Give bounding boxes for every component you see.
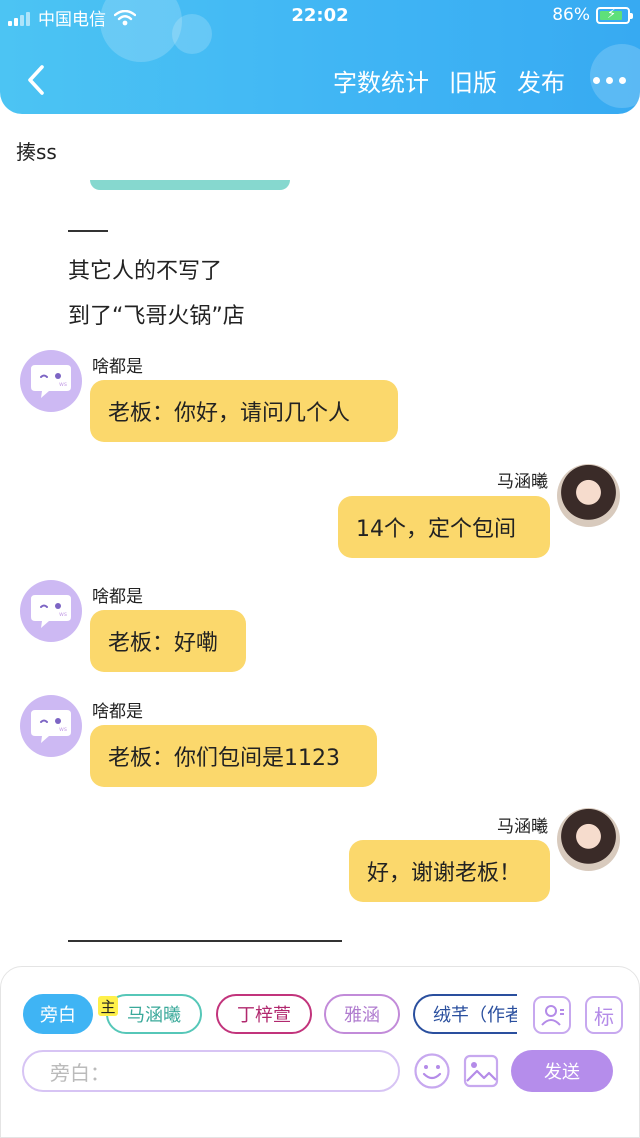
publish-button[interactable]: 发布 [517,63,565,98]
more-icon-dot [619,76,626,84]
word-count-button[interactable]: 字数统计 [333,63,429,98]
image-icon[interactable] [462,1052,500,1090]
main-role-badge: 主 [98,996,118,1016]
narration-line[interactable]: 其它人的不写了 [68,253,222,285]
status-time: 22:02 [291,5,349,26]
role-chip-yahan[interactable]: 雅涵 [324,994,400,1034]
sender-name: 马涵曦 [497,472,548,492]
sender-name: 啥都是 [92,587,143,607]
chat-bot-avatar[interactable]: ws [20,350,82,412]
emoji-icon[interactable] [413,1052,451,1090]
chat-bot-avatar[interactable]: ws [20,695,82,757]
sender-name: 啥都是 [92,357,143,377]
message-bubble[interactable]: 好，谢谢老板！ [349,840,550,902]
more-button[interactable] [593,62,626,98]
message-bubble[interactable]: 老板：你们包间是1123 [90,725,377,787]
svg-text:ws: ws [59,726,67,733]
chevron-left-icon [28,65,44,95]
role-chip-narrator[interactable]: 旁白 [23,994,93,1034]
chat-bot-avatar[interactable]: ws [20,580,82,642]
user-avatar[interactable] [557,808,620,871]
narration-line[interactable]: 到了“飞哥火锅”店 [68,298,245,330]
character-card-button[interactable] [533,996,571,1034]
more-icon-dot [606,76,613,84]
narration-input[interactable]: 旁白： [22,1050,400,1092]
chat-bubble-icon: ws [31,710,71,743]
mark-button[interactable]: 标 [585,996,623,1034]
person-card-icon [541,1005,564,1026]
dash-divider [68,230,108,232]
message-bubble[interactable]: 老板：好嘞 [90,610,246,672]
more-icon-dot [593,76,600,84]
svg-text:ws: ws [59,611,67,618]
nav-bar: 字数统计 旧版 发布 [0,52,640,110]
message-bubble[interactable]: 14个，定个包间 [338,496,550,558]
nav-actions: 字数统计 旧版 发布 [313,62,626,98]
battery-percent: 86% [552,5,590,25]
send-button[interactable]: 发送 [511,1050,613,1092]
role-chip-ma-hanxi[interactable]: 马涵曦 [106,994,202,1034]
status-right: 86% ⚡ [552,5,633,25]
sender-name: 马涵曦 [497,817,548,837]
sender-name: 啥都是 [92,702,143,722]
divider-bar [90,180,290,190]
svg-text:ws: ws [59,381,67,388]
top-header: 中国电信 22:02 86% ⚡ 字数统计 旧版 发布 [0,0,640,114]
back-button[interactable] [18,60,54,100]
role-chip-ding-zixuan[interactable]: 丁梓萱 [216,994,312,1034]
underline-divider [68,940,342,942]
chat-bubble-icon: ws [31,365,71,398]
old-version-button[interactable]: 旧版 [449,63,497,98]
document-title[interactable]: 揍ss [16,136,57,165]
battery-icon: ⚡ [596,6,633,24]
chat-bubble-icon: ws [31,595,71,628]
message-bubble[interactable]: 老板：你好，请问几个人 [90,380,398,442]
role-chip-author[interactable]: 绒芊（作者） [413,994,517,1034]
user-avatar[interactable] [557,464,620,527]
status-bar: 中国电信 22:02 86% ⚡ [0,0,640,34]
